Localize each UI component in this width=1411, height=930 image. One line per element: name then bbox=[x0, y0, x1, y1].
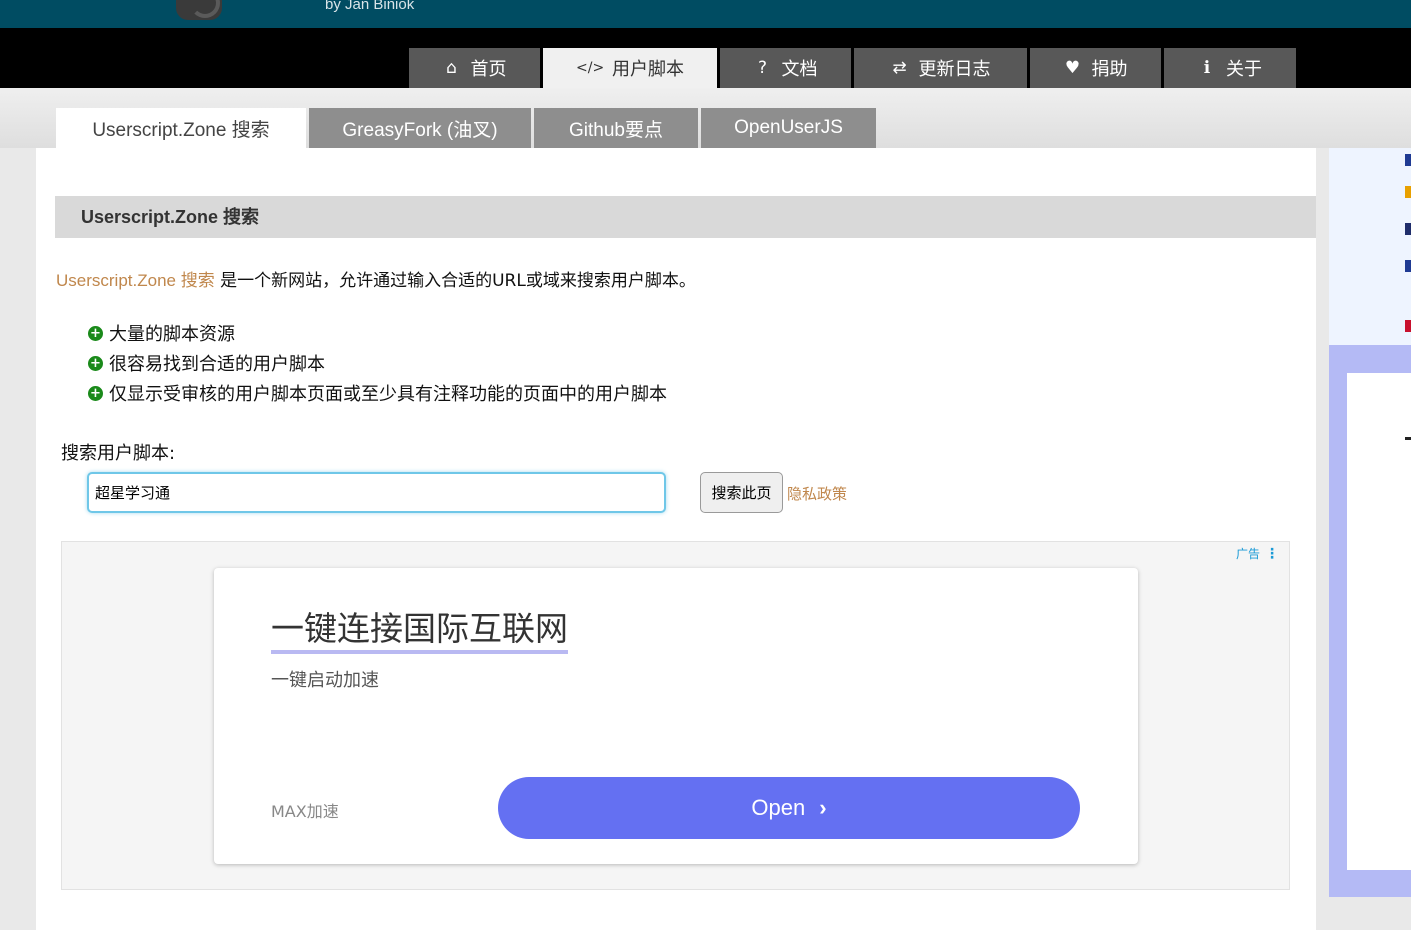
nav-userscripts[interactable]: </> 用户脚本 bbox=[543, 48, 717, 88]
plus-circle-icon: + bbox=[88, 355, 103, 371]
chevron-right-icon: › bbox=[819, 795, 827, 820]
ad-title[interactable]: 一键连接国际互联网 bbox=[271, 608, 568, 654]
nav-docs-label: 文档 bbox=[781, 59, 818, 80]
ad-frame: 广告 ⋮ 一键连接国际互联网 一键启动加速 MAX加速 Open › bbox=[61, 541, 1290, 890]
ad-open-button[interactable]: Open › bbox=[498, 777, 1080, 839]
right-ad-card[interactable] bbox=[1347, 373, 1411, 870]
nav-home[interactable]: ⌂ 首页 bbox=[409, 48, 540, 88]
main-navbar: ⌂ 首页 </> 用户脚本 ? 文档 ⇄ 更新日志 ♥ 捐助 ℹ 关于 bbox=[0, 28, 1411, 88]
code-icon: </> bbox=[576, 60, 605, 76]
intro-text: 是一个新网站，允许通过输入合适的URL或域来搜索用户脚本。 bbox=[214, 271, 696, 291]
info-icon: ℹ bbox=[1203, 58, 1211, 78]
tab-github-gist[interactable]: Github要点 bbox=[534, 108, 698, 148]
right-ad-panel bbox=[1329, 345, 1411, 897]
more-options-icon: ⋮ bbox=[1265, 545, 1279, 562]
feature-list: + 大量的脚本资源 + 很容易找到合适的用户脚本 + 仅显示受审核的用户脚本页面… bbox=[88, 318, 667, 408]
nav-docs[interactable]: ? 文档 bbox=[720, 48, 851, 88]
subtab-bar: Userscript.Zone 搜索 GreasyFork (油叉) Githu… bbox=[0, 88, 1411, 148]
ad-label: 广告 bbox=[1235, 547, 1260, 561]
right-ad-mark bbox=[1405, 437, 1411, 440]
search-label: 搜索用户脚本: bbox=[61, 443, 176, 464]
flag-icon bbox=[1405, 260, 1411, 272]
tab-greasyfork[interactable]: GreasyFork (油叉) bbox=[309, 108, 531, 148]
privacy-policy-link[interactable]: 隐私政策 bbox=[787, 483, 847, 504]
nav-donate[interactable]: ♥ 捐助 bbox=[1030, 48, 1161, 88]
userscript-zone-link[interactable]: Userscript.Zone 搜索 bbox=[56, 271, 215, 290]
question-icon: ? bbox=[757, 58, 768, 78]
nav-about-label: 关于 bbox=[1226, 59, 1262, 80]
byline: by Jan Biniok bbox=[325, 0, 415, 13]
flag-icon bbox=[1405, 320, 1411, 332]
intro-paragraph: Userscript.Zone 搜索 是一个新网站，允许通过输入合适的URL或域… bbox=[56, 266, 696, 291]
ad-choices[interactable]: 广告 ⋮ bbox=[1236, 545, 1279, 562]
feature-text: 很容易找到合适的用户脚本 bbox=[109, 354, 325, 375]
list-item: + 很容易找到合适的用户脚本 bbox=[88, 348, 667, 378]
nav-donate-label: 捐助 bbox=[1091, 59, 1128, 80]
flag-icon bbox=[1405, 154, 1411, 166]
home-icon: ⌂ bbox=[446, 58, 457, 78]
nav-about[interactable]: ℹ 关于 bbox=[1164, 48, 1296, 88]
nav-changelog-label: 更新日志 bbox=[918, 59, 991, 80]
main-content: Userscript.Zone 搜索 Userscript.Zone 搜索 是一… bbox=[36, 148, 1316, 930]
site-logo-icon[interactable] bbox=[176, 0, 222, 20]
ad-subtitle: 一键启动加速 bbox=[271, 670, 379, 691]
ad-open-label: Open bbox=[751, 795, 806, 820]
plus-circle-icon: + bbox=[88, 325, 103, 341]
nav-userscripts-label: 用户脚本 bbox=[612, 59, 684, 80]
tab-userscript-zone[interactable]: Userscript.Zone 搜索 bbox=[56, 108, 306, 148]
exchange-icon: ⇄ bbox=[892, 58, 907, 78]
section-title: Userscript.Zone 搜索 bbox=[55, 196, 1316, 238]
list-item: + 仅显示受审核的用户脚本页面或至少具有注释功能的页面中的用户脚本 bbox=[88, 378, 667, 408]
tab-openuserjs[interactable]: OpenUserJS bbox=[701, 108, 876, 148]
ad-brand: MAX加速 bbox=[271, 802, 339, 821]
flag-icon bbox=[1405, 223, 1411, 235]
plus-circle-icon: + bbox=[88, 385, 103, 401]
search-input[interactable] bbox=[87, 472, 666, 513]
right-sidebar-top bbox=[1329, 148, 1411, 345]
flag-icon bbox=[1405, 186, 1411, 198]
list-item: + 大量的脚本资源 bbox=[88, 318, 667, 348]
heart-icon: ♥ bbox=[1064, 58, 1081, 78]
top-banner: by Jan Biniok bbox=[0, 0, 1411, 28]
search-button[interactable]: 搜索此页 bbox=[700, 472, 783, 513]
nav-home-label: 首页 bbox=[470, 59, 507, 80]
ad-card[interactable]: 一键连接国际互联网 一键启动加速 MAX加速 Open › bbox=[214, 568, 1138, 864]
nav-changelog[interactable]: ⇄ 更新日志 bbox=[854, 48, 1027, 88]
feature-text: 仅显示受审核的用户脚本页面或至少具有注释功能的页面中的用户脚本 bbox=[109, 384, 667, 405]
feature-text: 大量的脚本资源 bbox=[109, 324, 235, 345]
